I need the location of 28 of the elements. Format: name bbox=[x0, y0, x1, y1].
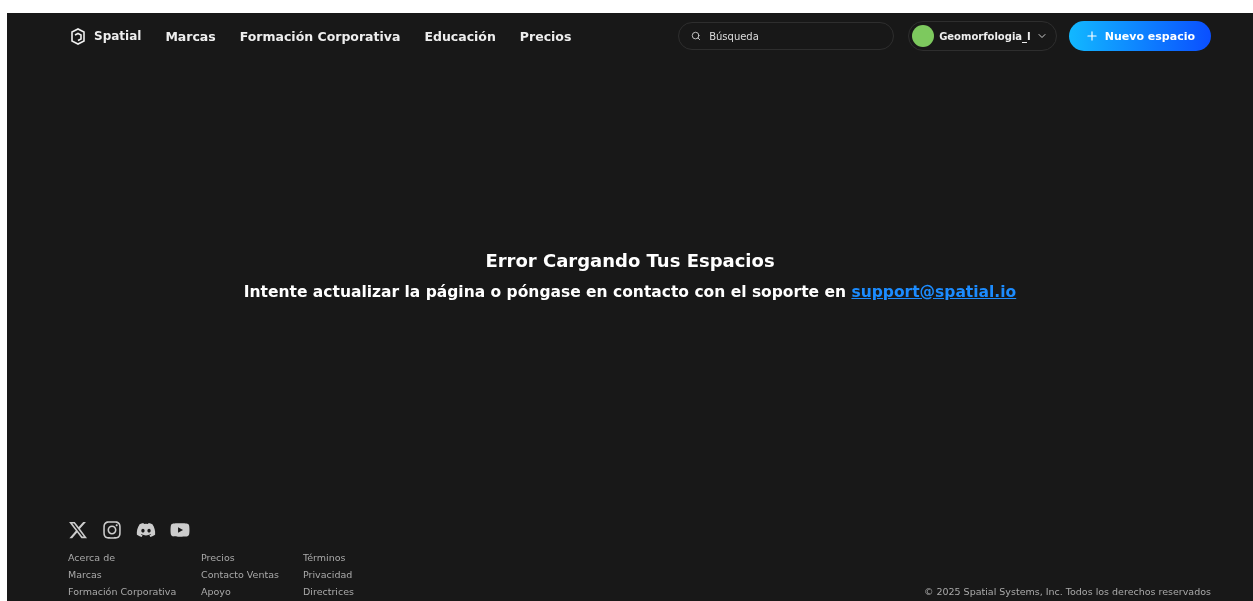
footer-link[interactable]: Directrices bbox=[303, 586, 413, 597]
new-space-button[interactable]: Nuevo espacio bbox=[1068, 21, 1211, 51]
error-message: Intente actualizar la página o póngase en contacto con el soporte en support@spatial.io bbox=[243, 283, 1017, 301]
footer-link[interactable]: Acerca de bbox=[68, 552, 201, 563]
instagram-icon[interactable] bbox=[102, 520, 122, 540]
error-title: Error Cargando Tus Espacios bbox=[485, 250, 775, 271]
footer-link[interactable]: Contacto Ventas bbox=[201, 569, 303, 580]
discord-icon[interactable] bbox=[136, 520, 156, 540]
copyright-text: © 2025 Spatial Systems, Inc. Todos los derechos reservados bbox=[923, 586, 1211, 597]
plus-icon bbox=[1084, 29, 1099, 43]
search-icon bbox=[691, 31, 702, 41]
search-field[interactable]: Búsqueda bbox=[678, 22, 895, 50]
youtube-icon[interactable] bbox=[170, 520, 190, 540]
footer-link[interactable]: Privacidad bbox=[303, 569, 413, 580]
footer-link[interactable]: Términos bbox=[303, 552, 413, 563]
logo-icon[interactable] bbox=[69, 26, 86, 46]
x-logo-icon[interactable] bbox=[68, 520, 88, 540]
footer-link[interactable]: Marcas bbox=[68, 569, 201, 580]
footer-link[interactable]: Apoyo bbox=[201, 586, 303, 597]
avatar bbox=[912, 25, 935, 47]
footer-link[interactable]: Precios bbox=[201, 552, 303, 563]
nav-link[interactable]: Formación Corporativa bbox=[239, 28, 401, 44]
logo-text: Spatial bbox=[94, 29, 142, 43]
nav-link[interactable]: Educación bbox=[424, 28, 496, 44]
support-email-link[interactable]: support@spatial.io bbox=[851, 283, 1017, 301]
nav-link[interactable]: Precios bbox=[519, 28, 572, 44]
footer-link[interactable]: Formación Corporativa bbox=[68, 586, 201, 597]
nav-link[interactable]: Marcas bbox=[165, 28, 216, 44]
